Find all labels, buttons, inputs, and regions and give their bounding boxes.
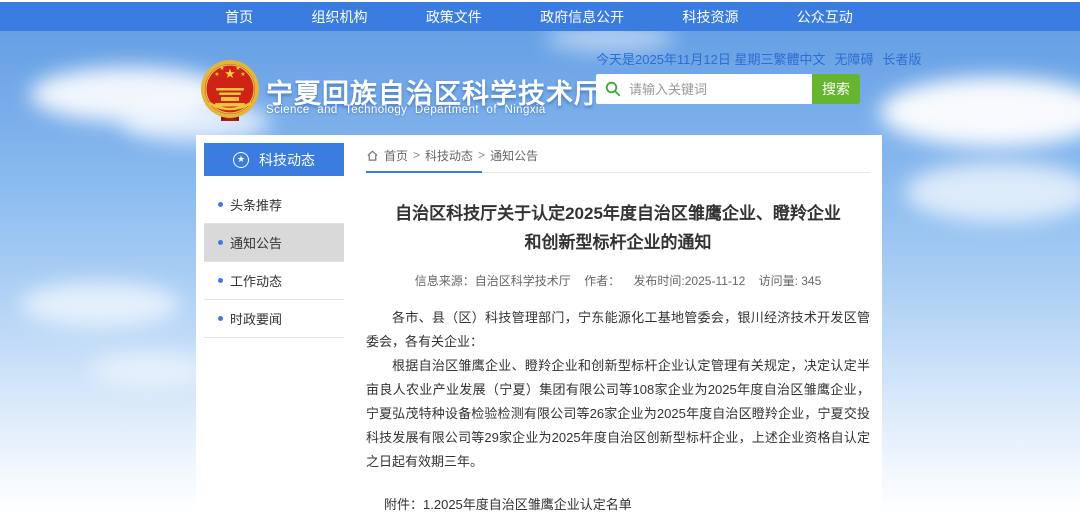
- nav-item-organization[interactable]: 组织机构: [311, 7, 367, 27]
- link-traditional-chinese[interactable]: 繁體中文: [774, 49, 826, 68]
- svg-text:★: ★: [235, 65, 240, 72]
- bullet-dot-icon: [218, 202, 223, 207]
- sidebar: ★ 科技动态 头条推荐 通知公告 工作动态 时政要闻: [204, 143, 344, 338]
- nav-item-public-interaction[interactable]: 公众互动: [797, 7, 853, 27]
- meta-publish-date: 发布时间:2025-11-12: [633, 274, 745, 288]
- attachments: 附件： 1.2025年度自治区雏鹰企业认定名单 2.2025年度自治区瞪羚企业认…: [384, 494, 870, 513]
- content-card: ★ 科技动态 头条推荐 通知公告 工作动态 时政要闻: [196, 135, 882, 513]
- article-title: 自治区科技厅关于认定2025年度自治区雏鹰企业、瞪羚企业 和创新型标杆企业的通知: [366, 199, 870, 257]
- cloud: [880, 77, 1080, 147]
- bullet-dot-icon: [218, 316, 223, 321]
- current-date: 今天是2025年11月12日 星期三: [596, 49, 774, 68]
- article-paragraph: 根据自治区雏鹰企业、瞪羚企业和创新型标杆企业认定管理有关规定，决定认定半亩良人农…: [366, 354, 870, 474]
- breadcrumb-sci-tech-news[interactable]: 科技动态: [425, 147, 473, 164]
- star-circle-icon: ★: [233, 152, 249, 168]
- bullet-dot-icon: [218, 278, 223, 283]
- breadcrumb-notices[interactable]: 通知公告: [490, 147, 538, 164]
- divider-accent: [366, 171, 482, 173]
- nav-item-sci-tech-resources[interactable]: 科技资源: [682, 7, 738, 27]
- sidebar-item-political-news[interactable]: 时政要闻: [204, 300, 344, 338]
- sidebar-header-sci-tech-news[interactable]: ★ 科技动态: [204, 143, 344, 176]
- search-bar: 搜索: [596, 74, 860, 104]
- top-utility-bar: 今天是2025年11月12日 星期三 繁體中文 无障碍 长者版: [596, 50, 872, 66]
- article-paragraph: 各市、县（区）科技管理部门，宁东能源化工基地管委会，银川经济技术开发区管委会，各…: [366, 306, 870, 354]
- search-icon: [605, 81, 621, 97]
- sidebar-item-label: 头条推荐: [230, 195, 282, 214]
- nav-item-policy-documents[interactable]: 政策文件: [426, 7, 482, 27]
- quick-links: 繁體中文 无障碍 长者版: [774, 49, 922, 68]
- svg-text:★: ★: [214, 71, 219, 78]
- top-navigation: 首页 组织机构 政策文件 政府信息公开 科技资源 公众互动: [0, 2, 1080, 31]
- search-button[interactable]: 搜索: [812, 74, 860, 104]
- attachment-list: 1.2025年度自治区雏鹰企业认定名单 2.2025年度自治区瞪羚企业认定名单 …: [423, 494, 671, 513]
- svg-text:★: ★: [224, 66, 236, 81]
- site-subtitle: Science and Technology Department of Nin…: [266, 104, 538, 116]
- sidebar-item-label: 工作动态: [230, 271, 282, 290]
- article-title-line1: 自治区科技厅关于认定2025年度自治区雏鹰企业、瞪羚企业: [366, 199, 870, 228]
- sidebar-item-label: 时政要闻: [230, 309, 282, 328]
- article-body: 各市、县（区）科技管理部门，宁东能源化工基地管委会，银川经济技术开发区管委会，各…: [366, 306, 870, 474]
- meta-author: 作者：: [584, 274, 620, 288]
- national-emblem-icon: ★ ★ ★ ★ ★: [199, 59, 261, 125]
- svg-text:★: ★: [240, 71, 245, 78]
- home-icon: [366, 149, 379, 162]
- sidebar-item-notices[interactable]: 通知公告: [204, 224, 344, 262]
- cloud: [20, 282, 180, 327]
- cloud: [90, 352, 210, 387]
- sidebar-header-label: 科技动态: [259, 150, 315, 170]
- attachments-label: 附件：: [384, 494, 423, 513]
- sidebar-item-headlines[interactable]: 头条推荐: [204, 186, 344, 224]
- bullet-dot-icon: [218, 240, 223, 245]
- nav-item-government-info[interactable]: 政府信息公开: [540, 7, 624, 27]
- meta-visits: 访问量: 345: [759, 274, 822, 288]
- breadcrumb-separator: >: [413, 148, 420, 162]
- meta-source: 信息来源：自治区科学技术厅: [415, 274, 571, 288]
- page: 首页 组织机构 政策文件 政府信息公开 科技资源 公众互动 ★ ★ ★ ★ ★ …: [0, 0, 1080, 513]
- sidebar-item-label: 通知公告: [230, 233, 282, 252]
- breadcrumb-separator: >: [478, 148, 485, 162]
- sidebar-item-work-updates[interactable]: 工作动态: [204, 262, 344, 300]
- site-logo: ★ ★ ★ ★ ★: [199, 59, 261, 125]
- article-title-line2: 和创新型标杆企业的通知: [366, 228, 870, 257]
- search-input[interactable]: [621, 75, 812, 103]
- attachment-link[interactable]: 1.2025年度自治区雏鹰企业认定名单: [423, 494, 671, 513]
- breadcrumb-divider: [366, 171, 870, 173]
- link-accessibility[interactable]: 无障碍: [835, 49, 874, 68]
- breadcrumb: 首页 > 科技动态 > 通知公告: [366, 143, 870, 167]
- cloud: [905, 162, 1080, 222]
- link-senior-version[interactable]: 长者版: [883, 49, 922, 68]
- svg-text:★: ★: [219, 65, 224, 72]
- breadcrumb-home[interactable]: 首页: [384, 147, 408, 164]
- top-navigation-inner: 首页 组织机构 政策文件 政府信息公开 科技资源 公众互动: [196, 2, 882, 31]
- sidebar-menu: 头条推荐 通知公告 工作动态 时政要闻: [204, 186, 344, 338]
- nav-item-home[interactable]: 首页: [225, 7, 253, 27]
- article-meta: 信息来源：自治区科学技术厅 作者： 发布时间:2025-11-12 访问量: 3…: [366, 272, 870, 289]
- article-area: 首页 > 科技动态 > 通知公告 自治区科技厅关于认定2025年度自治区雏鹰企业…: [366, 143, 870, 513]
